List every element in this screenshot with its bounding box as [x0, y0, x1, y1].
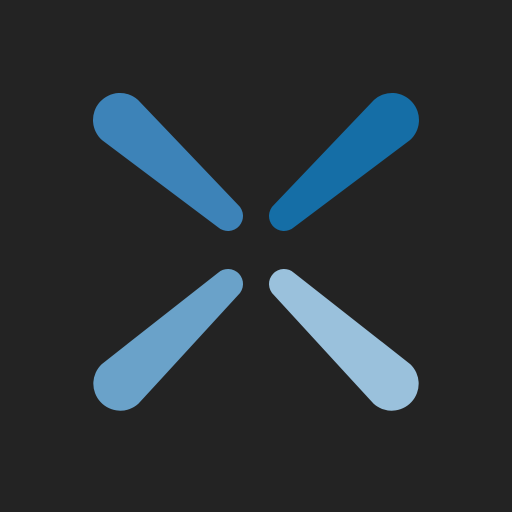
app-icon-canvas [0, 0, 512, 512]
petal-bottom-left [93, 268, 244, 411]
petal-top-left [92, 92, 244, 232]
pinwheel-x-logo-icon [92, 92, 419, 411]
petal-bottom-right [269, 269, 419, 411]
petal-top-right [268, 93, 419, 232]
